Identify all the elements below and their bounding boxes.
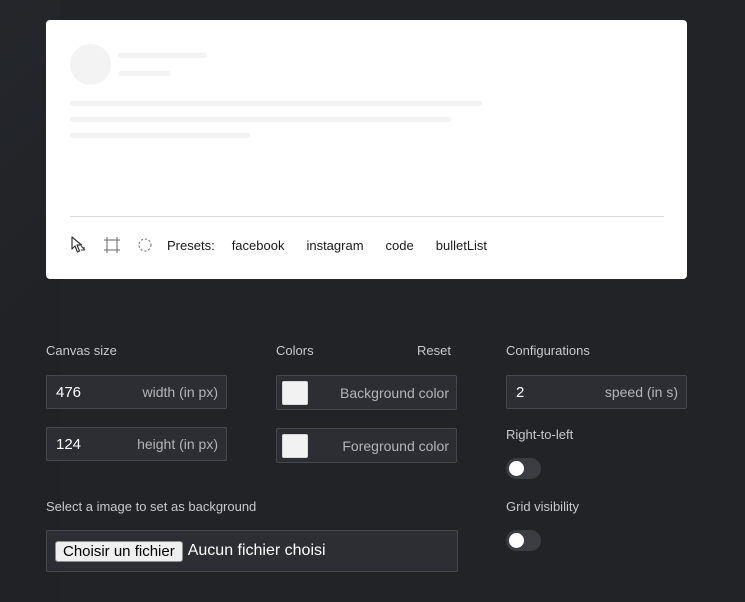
background-color-field[interactable]: Background color [276,375,457,410]
skeleton-line[interactable] [118,71,171,76]
width-unit: width (in px) [142,384,218,400]
rectangle-tool-icon[interactable] [101,234,123,256]
width-input[interactable]: 476 [47,384,143,401]
speed-unit: speed (in s) [604,384,678,400]
toggle-knob [509,533,524,548]
width-field[interactable]: 476 width (in px) [46,375,227,409]
preview-card: Presets: facebook instagram code bulletL… [46,20,687,279]
background-image-label: Select a image to set as background [46,499,257,514]
reset-button[interactable]: Reset [417,343,451,358]
height-unit: height (in px) [137,436,218,452]
speed-field[interactable]: 2 speed (in s) [506,375,687,409]
background-color-swatch[interactable] [282,380,308,405]
background-image-file-input[interactable]: Choisir un fichier Aucun fichier choisi [46,530,458,572]
presets-label: Presets: [167,237,215,253]
circle-tool-icon[interactable] [134,234,156,256]
rtl-toggle[interactable] [506,458,541,479]
skeleton-line[interactable] [118,53,207,58]
canvas-size-label: Canvas size [46,343,117,358]
foreground-color-swatch[interactable] [282,433,308,458]
file-status-text: Aucun fichier choisi [187,542,326,559]
rtl-label: Right-to-left [506,427,574,442]
preset-bulletlist[interactable]: bulletList [436,238,487,253]
skeleton-line[interactable] [70,117,451,122]
skeleton-line[interactable] [70,101,482,106]
background-color-label: Background color [340,384,449,401]
preview-toolbar: Presets: facebook instagram code bulletL… [68,234,509,256]
foreground-color-label: Foreground color [342,437,449,454]
card-divider [70,216,664,217]
select-cursor-icon[interactable] [68,234,90,256]
foreground-color-field[interactable]: Foreground color [276,428,457,463]
skeleton-line[interactable] [70,133,250,138]
grid-visibility-toggle[interactable] [506,530,541,551]
preset-code[interactable]: code [386,238,414,253]
configurations-label: Configurations [506,343,590,358]
height-field[interactable]: 124 height (in px) [46,427,227,461]
choose-file-button[interactable]: Choisir un fichier [55,540,183,562]
preset-facebook[interactable]: facebook [232,238,285,253]
skeleton-avatar[interactable] [70,44,111,85]
height-input[interactable]: 124 [47,436,137,453]
colors-label: Colors [276,343,314,358]
toggle-knob [509,461,524,476]
preset-instagram[interactable]: instagram [306,238,363,253]
speed-input[interactable]: 2 [507,384,605,401]
grid-visibility-label: Grid visibility [506,499,579,514]
